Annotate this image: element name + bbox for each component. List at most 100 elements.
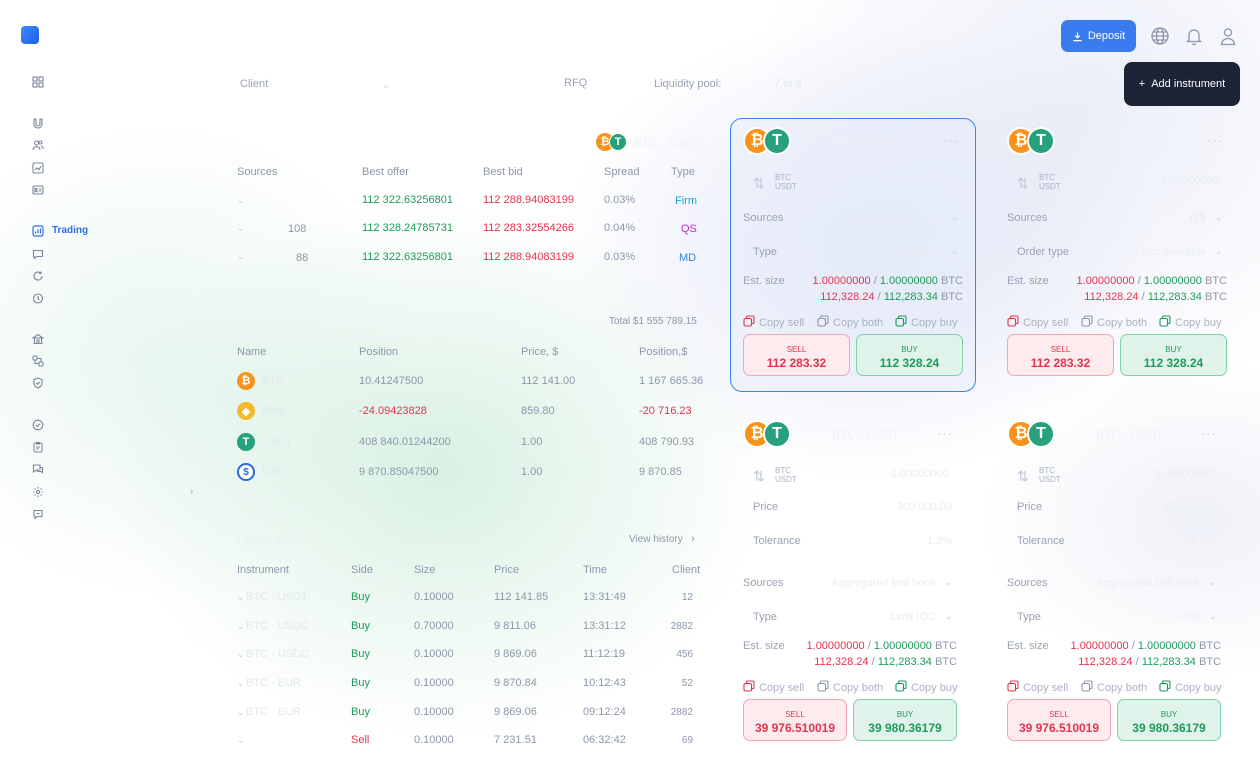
type-select[interactable]: Limit IOC: [890, 611, 936, 623]
copy-both-button[interactable]: Copy both: [817, 680, 883, 695]
sell-button[interactable]: SELL 39 976.510019: [743, 699, 847, 741]
id-card-icon[interactable]: [32, 184, 44, 196]
tolerance-input[interactable]: 1.2%: [1191, 535, 1216, 547]
chevron-down-icon[interactable]: ⌄: [237, 592, 245, 603]
clock-icon[interactable]: [32, 292, 44, 304]
messages-icon[interactable]: [32, 463, 44, 475]
more-icon[interactable]: ···: [1201, 426, 1217, 441]
chevron-down-icon[interactable]: ⌄: [1215, 212, 1223, 223]
magnet-icon[interactable]: [32, 117, 44, 129]
swap-icon[interactable]: ⇅: [753, 468, 765, 485]
chevron-down-icon[interactable]: ⌄: [237, 707, 245, 718]
network-icon[interactable]: [32, 355, 44, 367]
copy-sell-button[interactable]: Copy sell: [743, 680, 804, 695]
shield-icon[interactable]: [32, 377, 44, 389]
order-size: 0.10000: [414, 591, 454, 603]
chevron-down-icon[interactable]: ⌄: [945, 611, 953, 622]
grid-icon[interactable]: [32, 76, 44, 88]
copy-both-button[interactable]: Copy both: [1081, 680, 1147, 695]
deposit-button[interactable]: Deposit: [1061, 20, 1136, 52]
add-instrument-button[interactable]: + Add instrument: [1124, 62, 1240, 106]
type-select[interactable]: Limit: [1177, 611, 1200, 623]
chevron-down-icon[interactable]: ⌄: [951, 212, 959, 223]
copy-both-button[interactable]: Copy both: [817, 315, 883, 330]
rfq-toggle[interactable]: RFQ: [564, 77, 587, 89]
chat-icon[interactable]: [32, 248, 44, 260]
type-select[interactable]: Not available: [1142, 246, 1206, 258]
chevron-down-icon[interactable]: ⌄: [237, 223, 245, 234]
copy-sell-button[interactable]: Copy sell: [1007, 315, 1068, 330]
buy-button[interactable]: BUY 39 980.36179: [853, 699, 957, 741]
sources-select[interactable]: Aggregated fast book: [831, 577, 936, 589]
copy-buy-button[interactable]: Copy buy: [895, 680, 957, 695]
trading-icon[interactable]: [32, 225, 44, 237]
support-icon[interactable]: [32, 508, 44, 520]
sources-label: Sources: [1007, 577, 1048, 589]
copy-buy-button[interactable]: Copy buy: [895, 315, 957, 330]
chevron-down-icon[interactable]: ⌄: [237, 251, 245, 262]
copy-buy-button[interactable]: Copy buy: [1159, 680, 1221, 695]
sidebar-item-trading[interactable]: Trading: [52, 225, 88, 236]
more-icon[interactable]: ···: [1207, 133, 1223, 148]
user-icon[interactable]: [1218, 26, 1238, 46]
globe-icon[interactable]: [1150, 26, 1170, 46]
chevron-down-icon[interactable]: ⌄: [237, 195, 245, 206]
swap-icon[interactable]: ⇅: [1017, 175, 1029, 192]
bell-icon[interactable]: [1184, 26, 1204, 46]
sources-select[interactable]: Best tradable price: [850, 212, 942, 224]
copy-icon: [1007, 315, 1019, 330]
quantity-input[interactable]: 1.00000000: [891, 468, 949, 480]
type-select[interactable]: Market IOC: [886, 246, 942, 258]
refresh-icon[interactable]: [32, 270, 44, 282]
more-icon[interactable]: ···: [943, 133, 959, 148]
chevron-down-icon[interactable]: ⌄: [1209, 577, 1217, 588]
asset-position: -24.09423828: [359, 405, 427, 417]
price-input[interactable]: 300 000.00: [897, 501, 952, 513]
sources-select[interactable]: QS: [1190, 212, 1206, 224]
copy-both-button[interactable]: Copy both: [1081, 315, 1147, 330]
chevron-down-icon[interactable]: ⌄: [382, 80, 390, 91]
app-logo[interactable]: [21, 26, 39, 44]
quantity-input[interactable]: 1.00000000: [897, 175, 955, 187]
users-icon[interactable]: [32, 139, 44, 151]
chevron-right-icon[interactable]: ›: [691, 533, 695, 545]
swap-icon[interactable]: ⇅: [753, 175, 765, 192]
copy-buy-button[interactable]: Copy buy: [1159, 315, 1221, 330]
copy-sell-button[interactable]: Copy sell: [1007, 680, 1068, 695]
chevron-down-icon[interactable]: ⌄: [945, 577, 953, 588]
sources-label: Sources: [743, 212, 784, 224]
view-history-link[interactable]: View history: [629, 534, 683, 545]
deposit-label: Deposit: [1087, 30, 1126, 42]
chevron-down-icon[interactable]: ⌄: [1215, 246, 1223, 257]
check-circle-icon[interactable]: [32, 419, 44, 431]
sell-button[interactable]: SELL 112 283.32: [1007, 334, 1114, 376]
tolerance-input[interactable]: 1.2%: [927, 535, 952, 547]
client-select-label[interactable]: Client: [240, 78, 268, 90]
sell-button[interactable]: SELL 112 283.32: [743, 334, 850, 376]
chevron-down-icon[interactable]: ⌄: [951, 246, 959, 257]
chart-icon[interactable]: [32, 162, 44, 174]
price-input[interactable]: 300 000.00: [1161, 501, 1216, 513]
usdt-coin-icon: T: [1027, 127, 1055, 155]
more-icon[interactable]: ···: [937, 426, 953, 441]
chevron-down-icon[interactable]: ⌄: [237, 678, 245, 689]
chevron-down-icon[interactable]: ⌄: [1209, 611, 1217, 622]
chevron-down-icon[interactable]: ⌄: [237, 621, 245, 632]
quantity-input[interactable]: 1.00000000: [1155, 468, 1213, 480]
gear-icon[interactable]: [32, 486, 44, 498]
quantity-input[interactable]: 1.00000000: [1161, 175, 1219, 187]
chevron-down-icon[interactable]: ⌄: [237, 649, 245, 660]
copy-sell-button[interactable]: Copy sell: [743, 315, 804, 330]
swap-icon[interactable]: ⇅: [1017, 468, 1029, 485]
sell-button[interactable]: SELL 39 976.510019: [1007, 699, 1111, 741]
sources-select[interactable]: Aggregated fast book: [1095, 577, 1200, 589]
bank-icon[interactable]: [32, 333, 44, 345]
buy-button[interactable]: BUY 39 980.36179: [1117, 699, 1221, 741]
chevron-down-icon[interactable]: ⌄: [237, 735, 245, 746]
source-count: 88: [296, 252, 309, 264]
chevron-right-icon[interactable]: ›: [190, 486, 193, 497]
clipboard-icon[interactable]: [32, 441, 44, 453]
buy-button[interactable]: BUY 112 328.24: [1120, 334, 1227, 376]
liquidity-pool-value[interactable]: 7 of 8: [774, 78, 802, 90]
buy-button[interactable]: BUY 112 328.24: [856, 334, 963, 376]
